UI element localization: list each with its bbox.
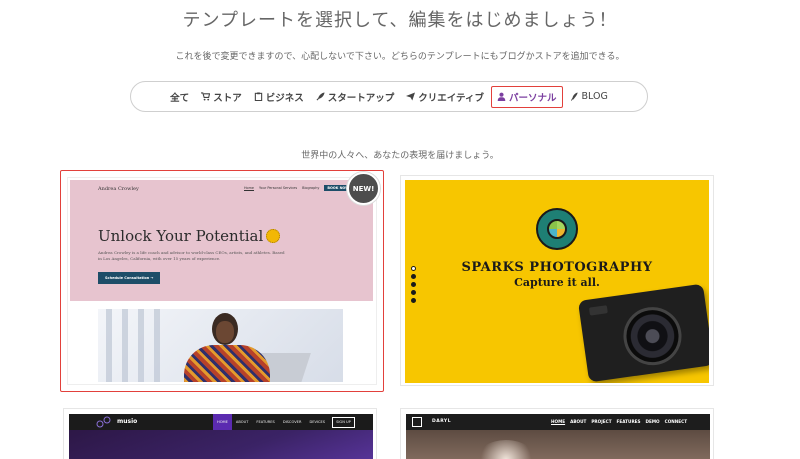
sun-icon xyxy=(266,229,281,243)
template-preview: Andrea Crowley Home Your Personal Servic… xyxy=(67,177,377,385)
template-card-andrea[interactable]: Andrea Crowley Home Your Personal Servic… xyxy=(60,170,384,392)
preview-brand: musio xyxy=(117,418,138,425)
template-card-daryl[interactable]: DARYL HOME ABOUT PROJECT FEATURES DEMO C… xyxy=(400,408,714,459)
category-filter-bar: 全て ストア ビジネス スタートアップ クリエイティブ パーソナル BLOG xyxy=(130,81,648,112)
camera-image xyxy=(577,283,709,383)
preview-nav-item: FEATURES xyxy=(256,420,275,424)
template-preview: SPARKS PHOTOGRAPHY Capture it all. xyxy=(405,180,709,383)
preview-title: SPARKS PHOTOGRAPHY xyxy=(461,260,653,275)
preview-nav-item: Home xyxy=(244,186,255,190)
aperture-logo-icon xyxy=(536,208,578,250)
person-icon xyxy=(497,92,506,101)
clipboard-icon xyxy=(254,92,262,101)
filter-tab-label: ストア xyxy=(213,92,242,104)
template-preview: musio HOME ABOUT FEATURES DISCOVER DEVIC… xyxy=(69,414,373,459)
filter-tab-label: スタートアップ xyxy=(327,92,395,104)
preview-hero: Andrea Crowley Home Your Personal Servic… xyxy=(70,180,373,301)
template-card-musio[interactable]: musio HOME ABOUT FEATURES DISCOVER DEVIC… xyxy=(63,408,377,459)
page-subtitle: これを後で変更できますので、心配しないで下さい。どちらのテンプレートにもブログか… xyxy=(175,52,625,62)
feather-icon xyxy=(570,92,578,101)
preview-nav: HOME ABOUT PROJECT FEATURES DEMO CONNECT xyxy=(551,419,687,424)
filter-tab-label: 全て xyxy=(170,92,190,104)
preview-nav-item: Biography xyxy=(302,186,320,190)
preview-brand: DARYL xyxy=(432,419,452,424)
preview-nav-item: PROJECT xyxy=(591,419,612,424)
filter-tab-blog[interactable]: BLOG xyxy=(565,88,613,105)
preview-signup-button: SIGN UP xyxy=(332,416,355,428)
slider-dot xyxy=(411,298,416,303)
filter-tab-label: クリエイティブ xyxy=(418,92,484,104)
preview-brand: Andrea Crowley xyxy=(98,186,139,192)
preview-subtitle: Capture it all. xyxy=(514,276,600,289)
preview-nav-item: DISCOVER xyxy=(282,420,302,424)
preview-nav-item: ABOUT xyxy=(570,419,587,424)
preview-nav-item: HOME xyxy=(213,414,232,430)
preview-navbar: DARYL HOME ABOUT PROJECT FEATURES DEMO C… xyxy=(406,414,710,430)
filter-tab-label: ビジネス xyxy=(265,92,304,104)
preview-headline-text: Unlock Your Potential xyxy=(98,227,264,245)
preview-headline: Unlock Your Potential xyxy=(98,227,281,245)
music-logo-icon xyxy=(96,416,111,428)
template-preview: DARYL HOME ABOUT PROJECT FEATURES DEMO C… xyxy=(406,414,710,459)
preview-nav-item: ABOUT xyxy=(235,420,249,424)
preview-nav: Home Your Personal Services Biography BO… xyxy=(244,185,353,191)
filter-tab-business[interactable]: ビジネス xyxy=(249,87,309,107)
preview-nav: HOME ABOUT FEATURES DISCOVER DEVICES SIG… xyxy=(213,414,355,430)
preview-nav-item: CONNECT xyxy=(664,419,688,424)
template-card-sparks[interactable]: SPARKS PHOTOGRAPHY Capture it all. xyxy=(400,175,714,386)
filter-tab-startup[interactable]: スタートアップ xyxy=(311,87,400,107)
filter-tab-label: BLOG xyxy=(581,91,608,102)
preview-nav-item: Your Personal Services xyxy=(259,186,298,190)
preview-navbar: musio HOME ABOUT FEATURES DISCOVER DEVIC… xyxy=(69,414,373,430)
filter-tab-label: パーソナル xyxy=(508,92,557,104)
slider-dot xyxy=(411,290,416,295)
new-badge: NEW! xyxy=(347,172,380,205)
preview-nav-item: DEVICES xyxy=(309,420,326,424)
preview-nav-item: FEATURES xyxy=(616,419,641,424)
cart-icon xyxy=(201,92,211,101)
section-tagline: 世界中の人々へ、あなたの表現を届けましょう。 xyxy=(301,151,499,161)
rocket-icon xyxy=(316,92,325,101)
preview-photo xyxy=(98,309,343,382)
preview-nav-item: DEMO xyxy=(645,419,660,424)
filter-tab-all[interactable]: 全て xyxy=(165,87,194,107)
filter-tab-creative[interactable]: クリエイティブ xyxy=(401,87,489,107)
preview-cta-button: Schedule Consultation → xyxy=(98,272,161,284)
preview-description: Andrea Crowley is a life coach and advis… xyxy=(98,250,285,261)
preview-nav-item: HOME xyxy=(551,419,566,424)
page-title: テンプレートを選択して、編集をはじめましょう！ xyxy=(182,10,618,31)
filter-tab-personal[interactable]: パーソナル xyxy=(490,85,563,108)
chip-logo-icon xyxy=(412,417,422,427)
paper-plane-icon xyxy=(406,92,416,101)
filter-tab-store[interactable]: ストア xyxy=(196,87,247,107)
